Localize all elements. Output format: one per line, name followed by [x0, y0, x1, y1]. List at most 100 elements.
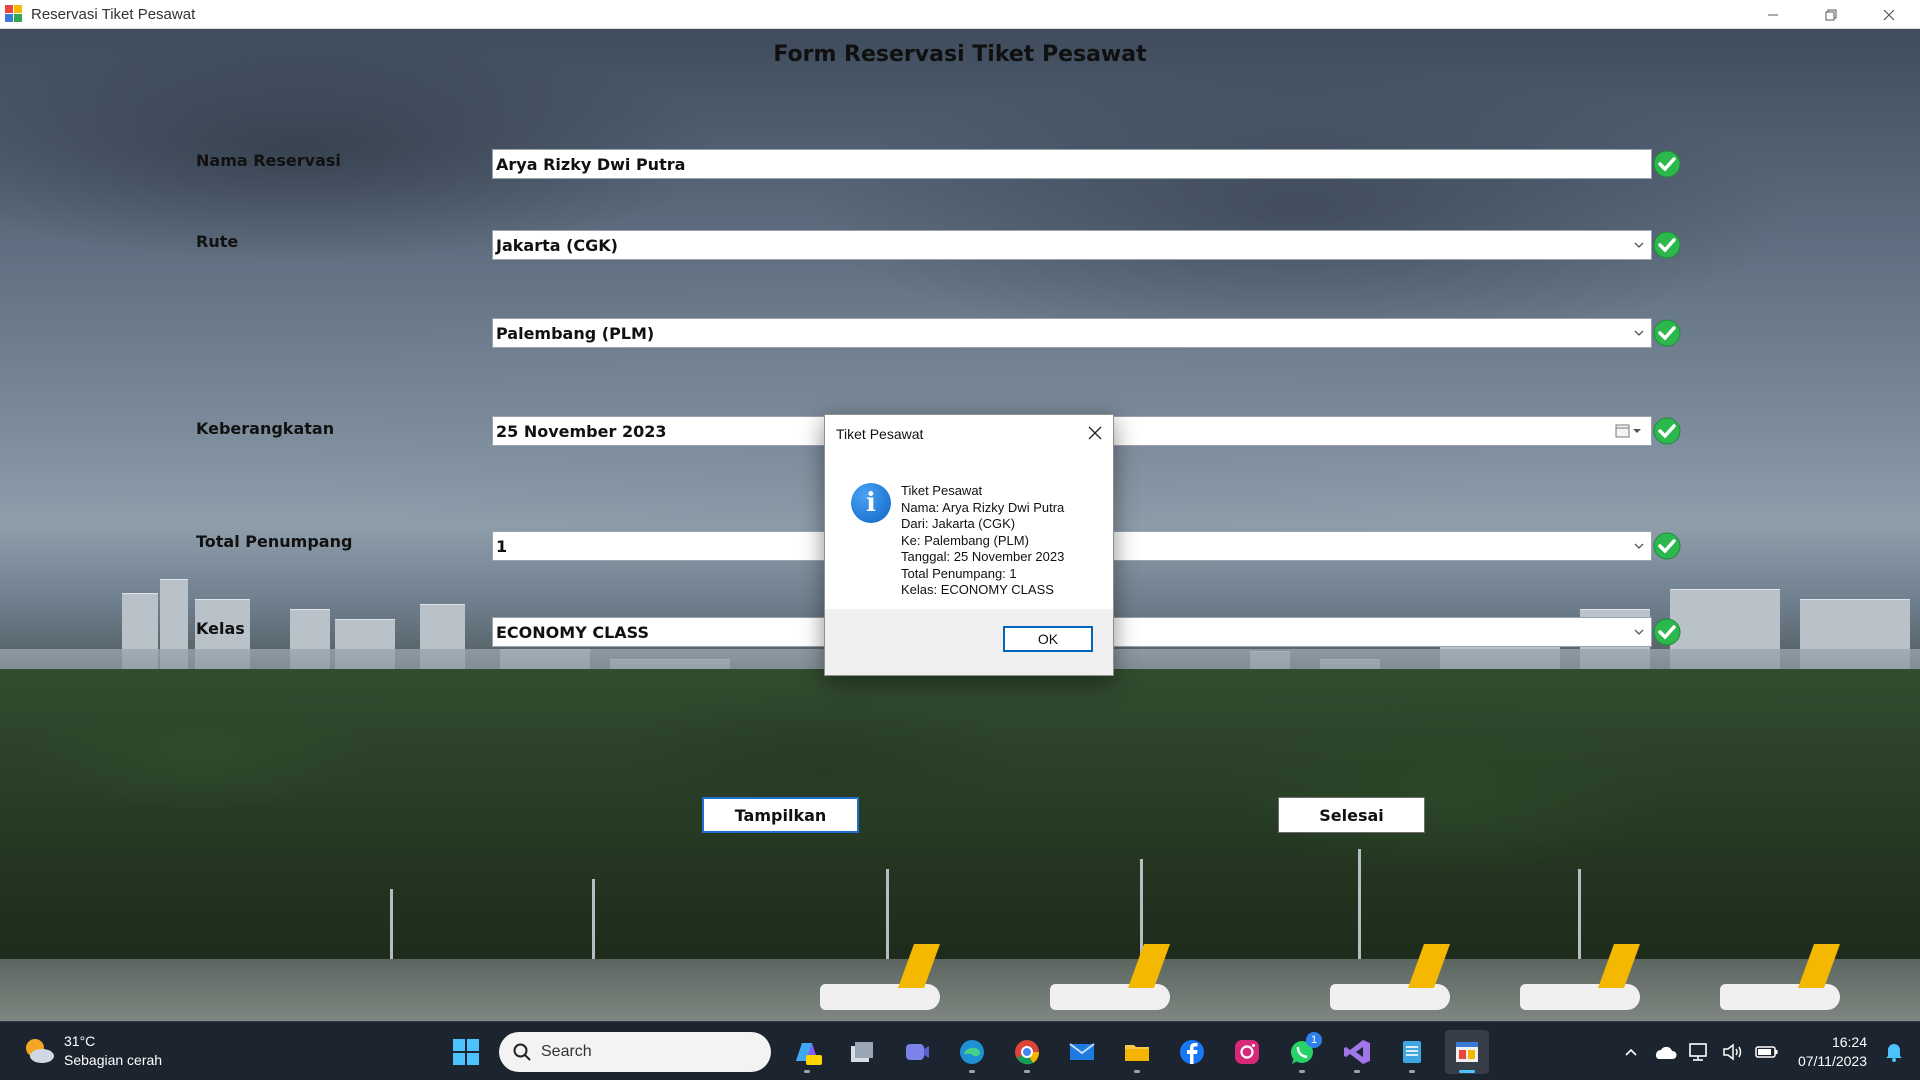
message-line: Nama: Arya Rizky Dwi Putra — [901, 499, 1065, 515]
chevron-up-icon — [1625, 1048, 1637, 1056]
weather-description: Sebagian cerah — [64, 1052, 163, 1068]
nama-valid-check-icon — [1653, 150, 1681, 178]
network-button[interactable] — [1685, 1038, 1713, 1066]
info-icon: i — [851, 483, 891, 523]
label-total-penumpang: Total Penumpang — [196, 532, 353, 551]
clock-date: 07/11/2023 — [1797, 1052, 1867, 1069]
speaker-icon — [1723, 1042, 1742, 1061]
taskbar-notepad[interactable] — [1390, 1030, 1434, 1074]
nama-reservasi-value: Arya Rizky Dwi Putra — [496, 154, 686, 174]
chevron-down-icon — [1634, 543, 1644, 549]
mail-icon — [1069, 1043, 1095, 1060]
clock-time: 16:24 — [1831, 1033, 1867, 1050]
taskbar-file-explorer[interactable] — [1115, 1030, 1159, 1074]
visual-studio-icon — [1344, 1040, 1370, 1064]
taskbar-facebook[interactable] — [1170, 1030, 1214, 1074]
chevron-down-icon — [1634, 629, 1644, 635]
onedrive-button[interactable] — [1651, 1038, 1679, 1066]
taskbar-whatsapp[interactable]: 1 — [1280, 1030, 1324, 1074]
task-view-icon — [851, 1042, 873, 1062]
rute-dari-dropdown[interactable]: Jakarta (CGK) — [492, 230, 1652, 260]
instagram-icon — [1235, 1040, 1259, 1064]
rute-ke-dropdown[interactable]: Palembang (PLM) — [492, 318, 1652, 348]
selesai-button[interactable]: Selesai — [1278, 797, 1425, 833]
system-tray: 16:24 07/11/2023 — [1614, 1022, 1920, 1080]
dialog-footer: OK — [825, 609, 1113, 675]
message-line: Tanggal: 25 November 2023 — [901, 549, 1065, 564]
calendar-dropdown-icon[interactable] — [1615, 423, 1643, 439]
notifications-button[interactable] — [1880, 1038, 1908, 1066]
weather-temperature: 31°C — [64, 1033, 96, 1049]
dialog-close-icon[interactable] — [1087, 425, 1103, 441]
label-nama-reservasi: Nama Reservasi — [196, 151, 341, 170]
window-title: Reservasi Tiket Pesawat — [31, 5, 196, 23]
taskbar-clock[interactable]: 16:24 07/11/2023 — [1798, 1033, 1867, 1071]
start-button[interactable] — [444, 1030, 488, 1074]
whatsapp-notification-badge: 1 — [1306, 1032, 1322, 1048]
rute-dari-value: Jakarta (CGK) — [496, 235, 618, 255]
taskbar: 31°C Sebagian cerah Search 1 16:24 07/11… — [0, 1021, 1920, 1080]
weather-widget[interactable]: 31°C Sebagian cerah — [22, 1032, 162, 1070]
volume-button[interactable] — [1719, 1038, 1747, 1066]
rute-ke-valid-check-icon — [1653, 319, 1681, 347]
folder-icon — [1125, 1045, 1149, 1061]
edge-icon — [960, 1040, 984, 1064]
taskbar-search-box[interactable]: Search — [499, 1032, 771, 1072]
total-penumpang-value: 1 — [496, 536, 508, 556]
restore-icon — [1825, 9, 1837, 20]
taskbar-copilot[interactable] — [785, 1030, 829, 1074]
nama-reservasi-input[interactable]: Arya Rizky Dwi Putra — [492, 149, 1652, 179]
onedrive-cloud-icon — [1655, 1046, 1677, 1059]
facebook-icon — [1180, 1040, 1204, 1064]
search-placeholder: Search — [541, 1043, 592, 1060]
taskbar-mail[interactable] — [1060, 1030, 1104, 1074]
dialog-title: Tiket Pesawat — [825, 415, 1113, 453]
chevron-down-icon — [1634, 242, 1644, 248]
copilot-pre-icon — [796, 1043, 822, 1065]
message-line: Ke: Palembang (PLM) — [901, 532, 1029, 548]
restore-button[interactable] — [1802, 0, 1860, 29]
notepad-icon — [1403, 1041, 1421, 1063]
message-line: Dari: Jakarta (CGK) — [901, 516, 1016, 531]
rute-ke-value: Palembang (PLM) — [496, 323, 655, 343]
dialog-ok-button[interactable]: OK — [1003, 626, 1093, 652]
minimize-icon — [1768, 14, 1778, 15]
form-title: Form Reservasi Tiket Pesawat — [773, 42, 1147, 67]
window-title-bar: Reservasi Tiket Pesawat — [0, 0, 1920, 29]
battery-icon — [1755, 1045, 1778, 1058]
keberangkatan-value: 25 November 2023 — [496, 421, 667, 441]
message-line: Kelas: ECONOMY CLASS — [901, 582, 1054, 597]
ticket-message-dialog: Tiket Pesawat i Tiket Pesawat Nama: Arya… — [824, 414, 1114, 676]
search-icon — [513, 1043, 531, 1061]
tampilkan-button[interactable]: Tampilkan — [702, 797, 859, 833]
dialog-message: Tiket Pesawat Nama: Arya Rizky Dwi Putra… — [901, 483, 1064, 599]
taskbar-teams[interactable] — [895, 1030, 939, 1074]
battery-button[interactable] — [1753, 1038, 1781, 1066]
chevron-down-icon — [1634, 330, 1644, 336]
close-icon — [1883, 9, 1895, 20]
close-button[interactable] — [1860, 0, 1918, 29]
taskbar-visual-studio[interactable] — [1335, 1030, 1379, 1074]
label-keberangkatan: Keberangkatan — [196, 419, 335, 438]
taskbar-task-view[interactable] — [840, 1030, 884, 1074]
notification-bell-icon — [1886, 1043, 1902, 1062]
windows-start-icon — [453, 1039, 479, 1065]
show-hidden-icons-button[interactable] — [1617, 1038, 1645, 1066]
winforms-app-icon — [1456, 1042, 1478, 1062]
taskbar-chrome[interactable] — [1005, 1030, 1049, 1074]
kelas-value: ECONOMY CLASS — [496, 622, 649, 642]
app-icon — [5, 5, 23, 23]
label-rute: Rute — [196, 232, 239, 251]
message-line: Total Penumpang: 1 — [901, 565, 1017, 581]
message-line: Tiket Pesawat — [901, 483, 983, 498]
teams-icon — [906, 1044, 929, 1060]
minimize-button[interactable] — [1744, 0, 1802, 29]
network-icon — [1689, 1042, 1707, 1061]
partly-sunny-icon — [26, 1039, 54, 1063]
rute-dari-valid-check-icon — [1653, 231, 1681, 259]
kelas-valid-check-icon — [1653, 618, 1681, 646]
taskbar-instagram[interactable] — [1225, 1030, 1269, 1074]
label-kelas: Kelas — [196, 619, 245, 638]
taskbar-reservasi-app[interactable] — [1445, 1030, 1489, 1074]
taskbar-edge[interactable] — [950, 1030, 994, 1074]
